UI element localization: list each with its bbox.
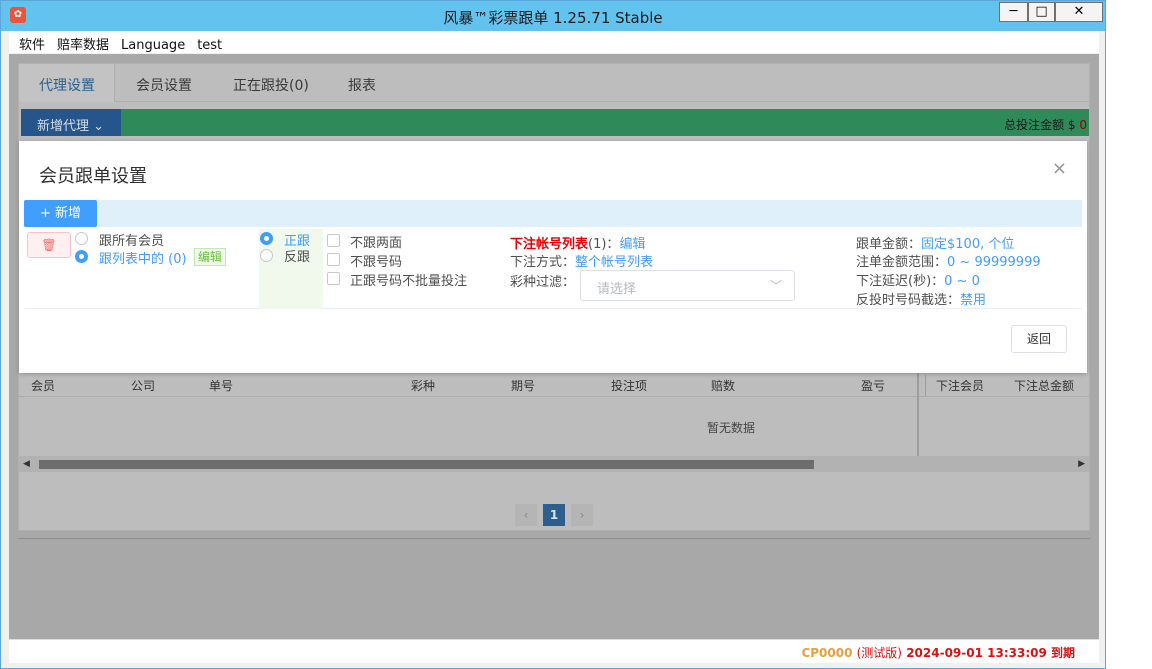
delay-label: 下注延迟(秒)： bbox=[856, 274, 945, 289]
tab-reports[interactable]: 报表 bbox=[348, 75, 376, 95]
radio-follow-list[interactable] bbox=[75, 250, 88, 263]
summary-table-header: 下注会员 下注总金额 bbox=[925, 375, 1089, 397]
column-header: 会员 bbox=[31, 379, 56, 393]
menu-test[interactable]: test bbox=[193, 35, 230, 53]
title-bar: ✿ 风暴™彩票跟单 1.25.71 Stable ─ □ ✕ bbox=[1, 1, 1105, 31]
scroll-right-icon[interactable]: ▶ bbox=[1078, 459, 1085, 469]
column-header: 赔数 bbox=[711, 379, 736, 393]
column-header: 下注会员 bbox=[936, 379, 985, 393]
reverse-filter-link[interactable]: 禁用 bbox=[960, 293, 986, 308]
lottery-filter-placeholder: 请选择 bbox=[597, 282, 637, 297]
tab-following[interactable]: 正在跟投(0) bbox=[233, 75, 309, 95]
tab-agent-settings[interactable]: 代理设置 bbox=[39, 75, 95, 95]
column-header: 下注总金额 bbox=[1014, 379, 1075, 393]
reverse-label: 反跟 bbox=[284, 250, 311, 265]
menu-language[interactable]: Language bbox=[117, 35, 193, 53]
add-rule-button[interactable]: + 新增 bbox=[24, 200, 97, 227]
follow-amount-label: 跟单金额： bbox=[856, 237, 922, 252]
license-code: CP0000 bbox=[801, 646, 853, 660]
column-header: 盈亏 bbox=[861, 379, 886, 393]
edit-account-list-link[interactable]: 编辑 bbox=[619, 237, 645, 252]
agent-toolbar bbox=[21, 109, 1089, 136]
follow-rule-row: 🗑 跟所有会员 跟列表中的 (0) 编辑 正跟 反跟 不跟两面 不跟号码 正跟号… bbox=[24, 229, 1082, 309]
column-header: 公司 bbox=[131, 379, 156, 393]
page-1-button[interactable]: 1 bbox=[543, 504, 565, 526]
checkbox-no-two-sides[interactable] bbox=[327, 234, 340, 247]
bet-range-link[interactable]: 0 ~ 99999999 bbox=[947, 255, 1041, 270]
scroll-thumb[interactable] bbox=[39, 460, 814, 469]
tab-member-settings[interactable]: 会员设置 bbox=[136, 75, 192, 95]
delay-link[interactable]: 0 ~ 0 bbox=[944, 274, 980, 289]
no-numbers-label: 不跟号码 bbox=[350, 255, 403, 270]
add-agent-button[interactable]: 新增代理 ⌄ bbox=[21, 109, 121, 136]
menu-software[interactable]: 软件 bbox=[9, 31, 53, 53]
lottery-filter-label: 彩种过滤： bbox=[510, 275, 576, 290]
license-status: CP0000 (测试版) 2024-09-01 13:33:09 到期 bbox=[801, 644, 1075, 661]
account-list-label: 下注帐号列表 bbox=[510, 237, 589, 252]
close-icon[interactable]: × bbox=[1052, 158, 1067, 179]
empty-state: 暂无数据 bbox=[707, 421, 756, 435]
trial-label: (测试版) bbox=[856, 646, 902, 660]
dialog-toolbar bbox=[24, 200, 1082, 227]
reverse-filter-label: 反投时号码截选： bbox=[856, 293, 961, 308]
checkbox-no-batch[interactable] bbox=[327, 272, 340, 285]
next-page-button[interactable]: › bbox=[571, 504, 593, 526]
menu-bar: 软件 赔率数据 Language test bbox=[9, 31, 1099, 53]
bet-method-link[interactable]: 整个帐号列表 bbox=[575, 255, 653, 270]
account-list-count: (1)： bbox=[588, 237, 620, 252]
window-title: 风暴™彩票跟单 1.25.71 Stable bbox=[443, 9, 663, 27]
scroll-left-icon[interactable]: ◀ bbox=[23, 459, 30, 469]
total-bet-amount: 总投注金额 $ 0 bbox=[1004, 118, 1087, 132]
follow-amount-link[interactable]: 固定$100, 个位 bbox=[921, 237, 1014, 252]
delay-line: 下注延迟(秒)：0 ~ 0 bbox=[856, 270, 980, 289]
trash-icon: 🗑 bbox=[41, 238, 57, 252]
chevron-down-icon: ﹀ bbox=[769, 279, 782, 293]
close-button[interactable]: ✕ bbox=[1055, 2, 1103, 22]
reverse-filter-line: 反投时号码截选：禁用 bbox=[856, 289, 986, 308]
radio-follow-all[interactable] bbox=[75, 232, 88, 245]
bet-range-label: 注单金额范围： bbox=[856, 255, 948, 270]
edit-member-list-button[interactable]: 编辑 bbox=[194, 248, 227, 266]
status-bar: CP0000 (测试版) 2024-09-01 13:33:09 到期 bbox=[9, 639, 1099, 663]
checkbox-no-numbers[interactable] bbox=[327, 253, 340, 266]
follow-all-label: 跟所有会员 bbox=[99, 234, 165, 249]
maximize-button[interactable]: □ bbox=[1028, 2, 1055, 22]
follow-amount-line: 跟单金额：固定$100, 个位 bbox=[856, 233, 1014, 252]
minimize-button[interactable]: ─ bbox=[999, 2, 1028, 22]
horizontal-scrollbar[interactable]: ◀ ▶ bbox=[19, 456, 1089, 472]
back-button[interactable]: 返回 bbox=[1011, 325, 1067, 353]
column-header: 单号 bbox=[209, 379, 234, 393]
bet-method-label: 下注方式： bbox=[510, 255, 576, 270]
bet-range-line: 注单金额范围：0 ~ 99999999 bbox=[856, 251, 1041, 270]
follow-list-label: 跟列表中的 (0) bbox=[99, 252, 187, 267]
column-header: 投注项 bbox=[611, 379, 648, 393]
dialog-title: 会员跟单设置 bbox=[39, 166, 147, 187]
radio-reverse[interactable] bbox=[260, 249, 273, 262]
no-batch-label: 正跟号码不批量投注 bbox=[350, 274, 468, 289]
account-list-line: 下注帐号列表(1)：编辑 bbox=[510, 233, 645, 252]
bet-method-line: 下注方式：整个帐号列表 bbox=[510, 251, 653, 270]
lottery-filter-select[interactable]: 请选择 ﹀ bbox=[580, 270, 795, 301]
column-header: 彩种 bbox=[411, 379, 436, 393]
radio-forward[interactable] bbox=[260, 232, 273, 245]
chevron-down-icon: ⌄ bbox=[93, 119, 105, 134]
column-header: 期号 bbox=[511, 379, 536, 393]
table-header: 会员 公司 单号 彩种 期号 投注项 赔数 盈亏 bbox=[19, 375, 919, 397]
delete-rule-button[interactable]: 🗑 bbox=[27, 232, 71, 258]
prev-page-button[interactable]: ‹ bbox=[515, 504, 537, 526]
menu-odds-data[interactable]: 赔率数据 bbox=[53, 31, 117, 53]
expiry-date: 2024-09-01 13:33:09 到期 bbox=[906, 646, 1075, 660]
no-two-sides-label: 不跟两面 bbox=[350, 236, 403, 251]
member-follow-settings-dialog: 会员跟单设置 × + 新增 🗑 跟所有会员 跟列表中的 (0) 编辑 正跟 反跟… bbox=[19, 141, 1087, 373]
tab-bar: 代理设置 会员设置 正在跟投(0) 报表 bbox=[19, 64, 1089, 102]
